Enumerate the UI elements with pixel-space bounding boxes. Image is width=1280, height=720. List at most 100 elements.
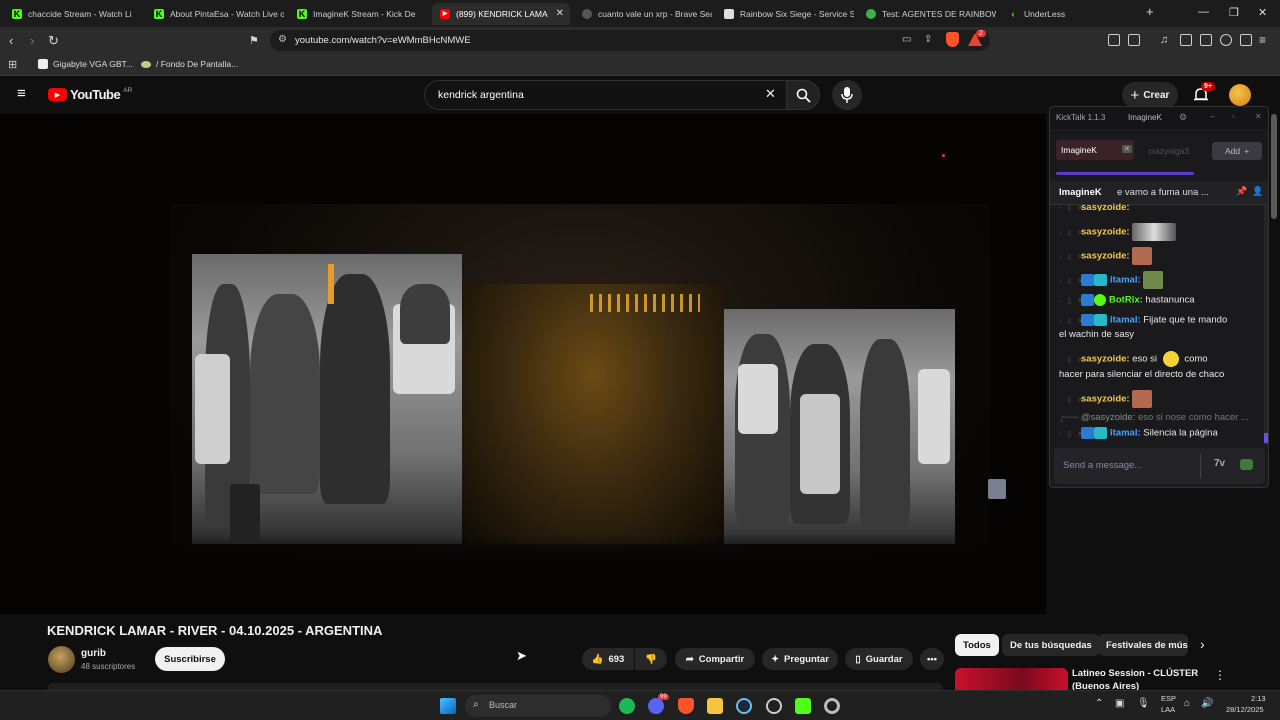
reply-username[interactable]: @sasyzoide:	[1081, 412, 1136, 423]
new-tab-icon[interactable]: +	[1146, 4, 1154, 19]
share-button[interactable]: ➦ Compartir	[675, 648, 755, 670]
mod-actions-icon[interactable]: ◦ ▯ ✕	[1059, 297, 1083, 305]
chat-username[interactable]: itamal:	[1110, 275, 1141, 286]
search-input[interactable]: kendrick argentina ✕	[424, 80, 788, 110]
chat-username[interactable]: itamal:	[1110, 428, 1141, 439]
voice-search-button[interactable]	[832, 80, 862, 110]
chat-username[interactable]: sasyzoide:	[1081, 202, 1130, 211]
7tv-emote-icon[interactable]: 7v	[1214, 458, 1225, 469]
add-chat-button[interactable]: Add +	[1212, 142, 1262, 160]
menu-icon[interactable]: ≡	[1259, 33, 1266, 47]
mod-actions-icon[interactable]: ◦ ▯ ✕	[1059, 396, 1083, 404]
screen-icon[interactable]: ▭	[902, 34, 911, 45]
chat-username[interactable]: sasyzoide:	[1081, 354, 1130, 365]
back-icon[interactable]: ‹	[9, 33, 13, 48]
notifications-button[interactable]: 9+	[1193, 82, 1215, 108]
chip-festivales[interactable]: Festivales de músic	[1098, 634, 1188, 656]
brave-shield-icon[interactable]	[946, 32, 959, 47]
wallet-icon[interactable]	[1200, 34, 1212, 46]
network-icon[interactable]: ⌂	[1184, 698, 1190, 709]
chat-username[interactable]: BotRix:	[1109, 295, 1143, 306]
clock-date[interactable]: 28/12/2025	[1226, 705, 1264, 714]
save-button[interactable]: ▯ Guardar	[845, 648, 913, 670]
subscribe-button[interactable]: Suscribirse	[155, 647, 225, 671]
chat-username[interactable]: sasyzoide:	[1081, 227, 1130, 238]
app-icon[interactable]	[824, 698, 840, 714]
clear-search-icon[interactable]: ✕	[765, 86, 776, 102]
reload-icon[interactable]: ↻	[48, 33, 59, 49]
extension-icon[interactable]	[1108, 34, 1120, 46]
description-box[interactable]	[47, 683, 943, 690]
keyboard-layout[interactable]: LAA	[1161, 705, 1175, 714]
account-icon[interactable]	[1220, 34, 1232, 46]
chat-username[interactable]: sasyzoide:	[1081, 251, 1130, 262]
game-launcher-icon[interactable]	[766, 698, 782, 714]
tab-4-active[interactable]: ▶ (899) KENDRICK LAMA ✕	[432, 3, 570, 25]
tab-7[interactable]: Test: AGENTES DE RAINBOW S	[858, 3, 996, 25]
page-scrollbar-thumb[interactable]	[1271, 114, 1277, 219]
sidebar-icon[interactable]	[1180, 34, 1192, 46]
share-icon[interactable]: ⇪	[924, 34, 932, 45]
file-explorer-icon[interactable]	[707, 698, 723, 714]
create-button[interactable]: + Crear	[1122, 82, 1178, 108]
spotify-icon[interactable]	[619, 698, 635, 714]
video-player[interactable]	[0, 114, 1046, 614]
vpn-icon[interactable]	[1240, 34, 1252, 46]
more-actions-button[interactable]: •••	[920, 648, 944, 670]
maximize-icon[interactable]: ❐	[1229, 6, 1239, 19]
close-window-icon[interactable]: ✕	[1258, 6, 1267, 19]
tab-6[interactable]: Rainbow Six Siege - Service St	[716, 3, 854, 25]
windows-start-icon[interactable]	[440, 698, 456, 714]
recommended-title-line2[interactable]: (Buenos Aires)	[1072, 681, 1139, 690]
avatar[interactable]	[1229, 84, 1251, 106]
chat-tab-crazyniga3[interactable]: crazyniga3	[1148, 146, 1189, 156]
kicktalk-window[interactable]: KickTalk 1.1.3 ImagineK ⚙ – ▫ ✕ ImagineK…	[1049, 106, 1269, 488]
taskbar-search[interactable]: ⌕ Buscar	[465, 695, 611, 717]
chevron-up-icon[interactable]: ⌃	[1095, 698, 1103, 709]
ask-button[interactable]: ✦ Preguntar	[762, 648, 838, 670]
hamburger-menu-icon[interactable]: ≡	[17, 85, 26, 102]
mod-actions-icon[interactable]: ◦ ▯ ✕	[1059, 277, 1083, 285]
mod-actions-icon[interactable]: ◦ ▯ ✕	[1059, 253, 1083, 261]
channel-avatar[interactable]	[48, 646, 75, 673]
chat-username[interactable]: itamal:	[1110, 315, 1141, 326]
tab-2[interactable]: K About PintaEsa - Watch Live on	[146, 3, 284, 25]
minimize-icon[interactable]: –	[1210, 111, 1215, 121]
dislike-button[interactable]: 👎	[635, 648, 667, 670]
music-icon[interactable]: ♫	[1160, 34, 1168, 46]
settings-gear-icon[interactable]: ⚙	[1179, 112, 1187, 123]
clock-time[interactable]: 2:13	[1251, 694, 1266, 703]
more-vertical-icon[interactable]: ⋮	[1214, 668, 1226, 682]
tab-1[interactable]: K chaccide Stream - Watch Li	[4, 3, 136, 25]
chip-de-tus-busquedas[interactable]: De tus búsquedas	[1002, 634, 1100, 656]
url-field[interactable]: ⚙ youtube.com/watch?v=eWMmBHcNMWE ▭ ⇪ 2	[270, 30, 990, 51]
close-tab-icon[interactable]: ✕	[556, 8, 564, 19]
tray-app-icon[interactable]: ▣	[1115, 698, 1124, 709]
youtube-logo[interactable]: ▶ YouTube AR	[48, 87, 132, 102]
language-code[interactable]: ESP	[1161, 694, 1176, 703]
close-icon[interactable]: ✕	[1255, 112, 1262, 121]
mod-actions-icon[interactable]: ◦ ▯ ✕	[1059, 317, 1083, 325]
extension2-icon[interactable]	[1128, 34, 1140, 46]
site-info-icon[interactable]: ⚙	[278, 34, 287, 45]
chat-scroll-thumb[interactable]	[1264, 433, 1268, 443]
bookmark-icon[interactable]: ⚑	[249, 34, 259, 47]
maximize-icon[interactable]: ▫	[1232, 112, 1235, 121]
search-button[interactable]	[786, 80, 820, 110]
tab-3[interactable]: K ImagineK Stream - Kick De	[289, 3, 427, 25]
mod-actions-icon[interactable]: ◦ ▯ ✕	[1059, 430, 1083, 438]
mod-actions-icon[interactable]: ◦ ▯ ✕	[1059, 356, 1083, 364]
volume-icon[interactable]: 🔊	[1201, 698, 1213, 709]
brave-icon[interactable]	[678, 698, 694, 714]
bookmark-fondo[interactable]: / Fondo De Pantalla...	[141, 59, 238, 69]
tab-8[interactable]: ‹ UnderLess	[1000, 3, 1132, 25]
recommended-thumbnail[interactable]	[955, 668, 1068, 690]
mod-actions-icon[interactable]: ◦ ▯ ✕	[1059, 204, 1083, 211]
bookmark-gigabyte[interactable]: Gigabyte VGA GBT...	[38, 59, 133, 69]
recommended-title[interactable]: Latineo Session - CLÚSTER	[1072, 668, 1198, 679]
chat-scrollbar[interactable]	[1264, 205, 1268, 445]
channel-name[interactable]: gurib	[81, 648, 106, 659]
tab-5[interactable]: cuanto vale un xrp - Brave Sea	[574, 3, 712, 25]
mod-actions-icon[interactable]: ◦ ▯ ✕	[1059, 229, 1083, 237]
chevron-right-icon[interactable]: ›	[1200, 636, 1205, 652]
